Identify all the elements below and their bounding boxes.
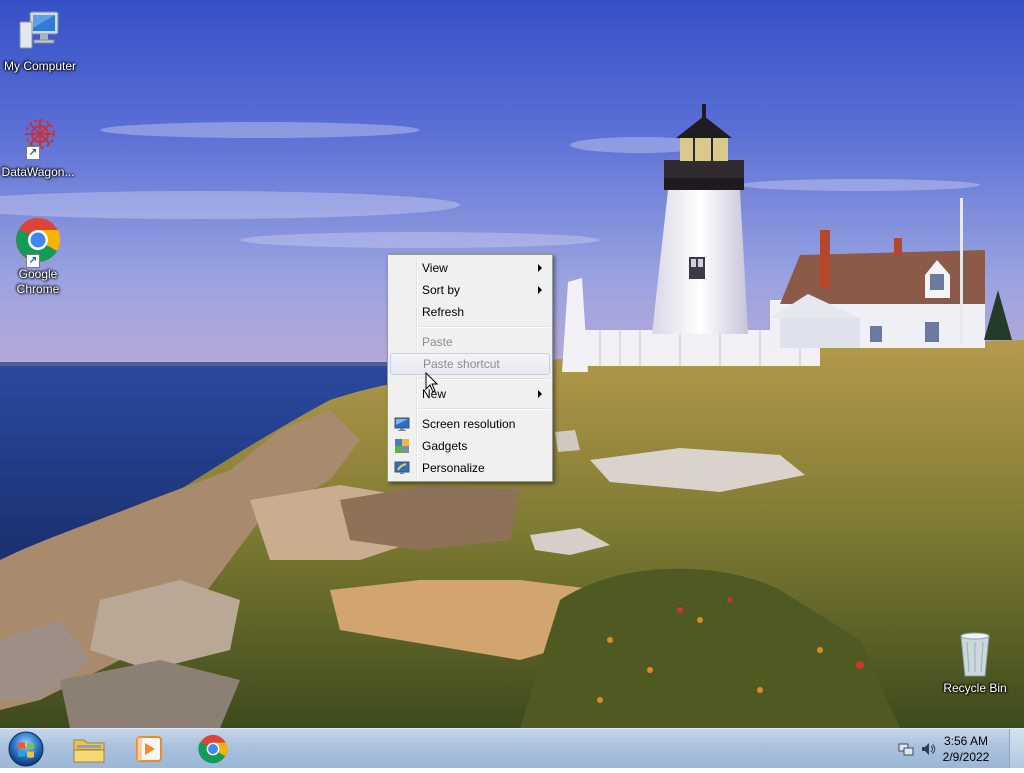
taskbar-clock[interactable]: 3:56 AM 2/9/2022	[936, 733, 996, 765]
desktop-icon-label: My Computer	[3, 59, 77, 73]
media-player-icon	[136, 736, 162, 762]
menu-item-refresh[interactable]: Refresh	[390, 301, 550, 323]
recycle-bin-icon	[951, 630, 999, 678]
submenu-arrow-icon	[538, 264, 542, 272]
menu-item-label: Personalize	[422, 461, 485, 475]
menu-item-label: View	[422, 261, 448, 275]
desktop-icon-label: Google Chrome	[16, 267, 60, 296]
menu-item-paste-shortcut[interactable]: Paste shortcut	[390, 353, 550, 375]
start-button[interactable]	[6, 730, 46, 768]
menu-item-paste[interactable]: Paste	[390, 331, 550, 353]
menu-item-label: Paste	[422, 335, 453, 349]
desktop-context-menu: View Sort by Refresh Paste Paste shortcu…	[387, 254, 553, 482]
menu-item-label: Sort by	[422, 283, 461, 297]
menu-item-new[interactable]: New	[390, 383, 550, 405]
file-explorer-icon	[73, 739, 105, 763]
chrome-icon	[198, 734, 228, 764]
mouse-cursor-icon	[425, 371, 439, 399]
personalize-icon	[394, 460, 410, 476]
submenu-arrow-icon	[538, 390, 542, 398]
shortcut-arrow-icon: ↗	[26, 254, 40, 268]
volume-icon[interactable]	[920, 741, 936, 757]
taskbar-chrome-button[interactable]	[188, 732, 238, 766]
show-desktop-button[interactable]	[1009, 729, 1024, 768]
menu-separator	[418, 326, 550, 328]
screen-resolution-icon	[394, 416, 410, 432]
menu-item-label: Refresh	[422, 305, 465, 319]
gadgets-icon	[394, 438, 410, 454]
computer-icon	[16, 8, 64, 56]
menu-item-screen-resolution[interactable]: Screen resolution	[390, 413, 550, 435]
clock-date: 2/9/2022	[942, 750, 990, 764]
menu-item-sort-by[interactable]: Sort by	[390, 279, 550, 301]
menu-separator	[418, 408, 550, 410]
network-icon[interactable]	[898, 741, 914, 757]
taskbar-file-explorer-button[interactable]	[64, 732, 114, 766]
taskbar-media-player-button[interactable]	[124, 732, 174, 766]
windows-orb-icon	[8, 731, 44, 767]
menu-item-personalize[interactable]: Personalize	[390, 457, 550, 479]
desktop-icon-my-computer[interactable]: My Computer	[0, 8, 80, 74]
chrome-icon: ↗	[14, 216, 62, 268]
shortcut-arrow-icon: ↗	[26, 146, 40, 160]
clock-time: 3:56 AM	[943, 734, 989, 748]
datawagon-icon: ↗	[14, 114, 62, 162]
desktop-icon-google-chrome[interactable]: ↗ Google Chrome	[0, 216, 78, 297]
desktop-icon-label: Recycle Bin	[943, 681, 1007, 695]
desktop-icon-datawagon[interactable]: ↗ DataWagon...	[0, 114, 78, 180]
system-tray: 3:56 AM 2/9/2022	[884, 729, 1024, 769]
menu-item-view[interactable]: View	[390, 257, 550, 279]
taskbar: 3:56 AM 2/9/2022	[0, 728, 1024, 768]
menu-item-label: Paste shortcut	[423, 357, 500, 371]
menu-item-label: Gadgets	[422, 439, 468, 453]
submenu-arrow-icon	[538, 286, 542, 294]
desktop-icon-label: DataWagon...	[1, 165, 75, 179]
menu-item-label: Screen resolution	[422, 417, 516, 431]
menu-item-gadgets[interactable]: Gadgets	[390, 435, 550, 457]
desktop-icon-recycle-bin[interactable]: Recycle Bin	[935, 630, 1015, 696]
